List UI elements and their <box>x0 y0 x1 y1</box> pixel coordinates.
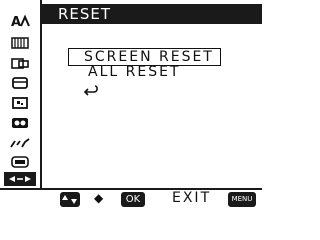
menu-content: SCREEN RESET ALL RESET <box>42 24 262 186</box>
exit-label: EXIT <box>172 190 212 206</box>
menu-title: RESET <box>58 5 112 23</box>
all-reset-label: ALL RESET <box>88 64 181 80</box>
reset-icon[interactable] <box>4 172 36 186</box>
menu-title-bar: RESET <box>42 4 262 24</box>
position-icon[interactable] <box>9 76 31 90</box>
all-reset-option[interactable]: ALL RESET <box>88 64 180 80</box>
menu-button[interactable]: MENU <box>228 192 256 207</box>
return-arrow-icon[interactable] <box>83 82 99 101</box>
screen-reset-label: SCREEN RESET <box>84 49 214 65</box>
color-icon[interactable] <box>9 116 31 130</box>
geometry-icon[interactable] <box>9 96 31 110</box>
up-down-arrows-icon[interactable] <box>60 192 80 207</box>
arrow-symbol: ◆ <box>94 191 104 205</box>
ok-button[interactable]: OK <box>121 192 145 207</box>
picture-adjust-icon[interactable]: A <box>9 14 31 28</box>
brightness-icon[interactable] <box>9 36 31 50</box>
size-icon[interactable] <box>9 56 31 70</box>
osd-screen: A RESET SCREEN RESET ALL RESET ◆ OK EXIT… <box>0 0 262 210</box>
footer-bar: ◆ OK EXIT MENU <box>0 188 262 210</box>
menu-icon-sidebar: A <box>0 0 42 210</box>
option-icon[interactable] <box>9 155 31 169</box>
svg-text:A: A <box>11 15 21 28</box>
convergence-icon[interactable] <box>9 136 31 150</box>
